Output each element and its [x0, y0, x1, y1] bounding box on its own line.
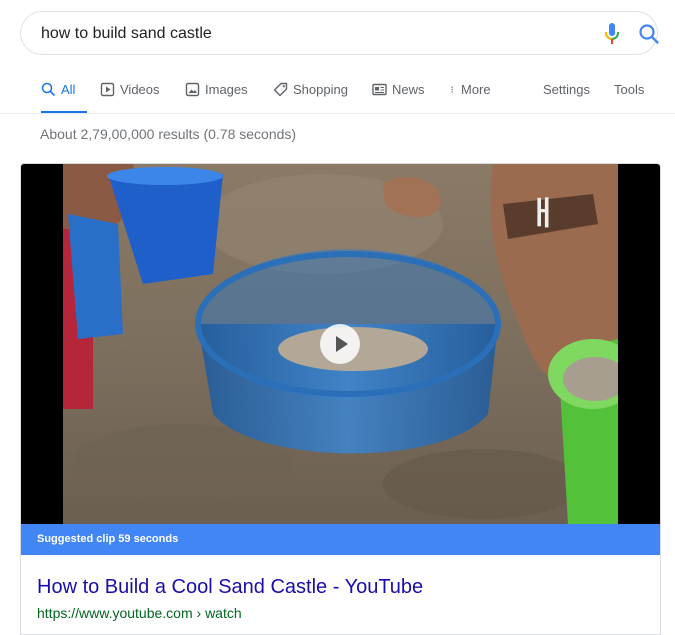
- result-title-link[interactable]: How to Build a Cool Sand Castle - YouTub…: [37, 576, 423, 599]
- result-url: https://www.youtube.com › watch: [37, 605, 242, 621]
- settings-link[interactable]: Settings: [543, 78, 590, 114]
- tab-images-label: Images: [205, 82, 248, 97]
- tab-news[interactable]: News: [372, 78, 425, 114]
- video-thumbnail[interactable]: ㅐ: [21, 164, 660, 524]
- svg-text:ㅐ: ㅐ: [528, 194, 557, 232]
- video-result-card: ㅐ Suggested clip 59 seconds How to Build…: [20, 163, 661, 635]
- search-input[interactable]: [41, 21, 561, 47]
- result-stats: About 2,79,00,000 results (0.78 seconds): [40, 126, 297, 142]
- tab-videos[interactable]: Videos: [100, 78, 160, 114]
- tag-icon: [273, 82, 288, 97]
- microphone-icon[interactable]: [603, 22, 621, 46]
- tab-shopping[interactable]: Shopping: [273, 78, 348, 114]
- settings-label: Settings: [543, 82, 590, 97]
- suggested-clip-bar[interactable]: Suggested clip 59 seconds: [21, 524, 660, 555]
- play-button-icon[interactable]: [320, 324, 360, 364]
- tab-videos-label: Videos: [120, 82, 160, 97]
- search-icon[interactable]: [637, 22, 661, 46]
- tab-news-label: News: [392, 82, 425, 97]
- tools-label: Tools: [614, 82, 645, 97]
- play-box-icon: [100, 82, 115, 97]
- newspaper-icon: [372, 83, 387, 96]
- tab-all[interactable]: All: [41, 78, 87, 114]
- tab-all-label: All: [61, 82, 76, 97]
- tools-link[interactable]: Tools: [614, 78, 644, 114]
- tab-images[interactable]: Images: [185, 78, 248, 114]
- tabs-divider: [0, 113, 675, 114]
- tab-more-label: More: [461, 82, 491, 97]
- tab-shopping-label: Shopping: [293, 82, 348, 97]
- tab-more[interactable]: More: [450, 78, 491, 114]
- search-tabs: All Videos Images Shopping News More Set…: [0, 78, 675, 114]
- more-vert-icon: [451, 86, 453, 93]
- search-box[interactable]: [20, 11, 661, 55]
- search-icon: [41, 82, 56, 97]
- image-icon: [185, 82, 200, 97]
